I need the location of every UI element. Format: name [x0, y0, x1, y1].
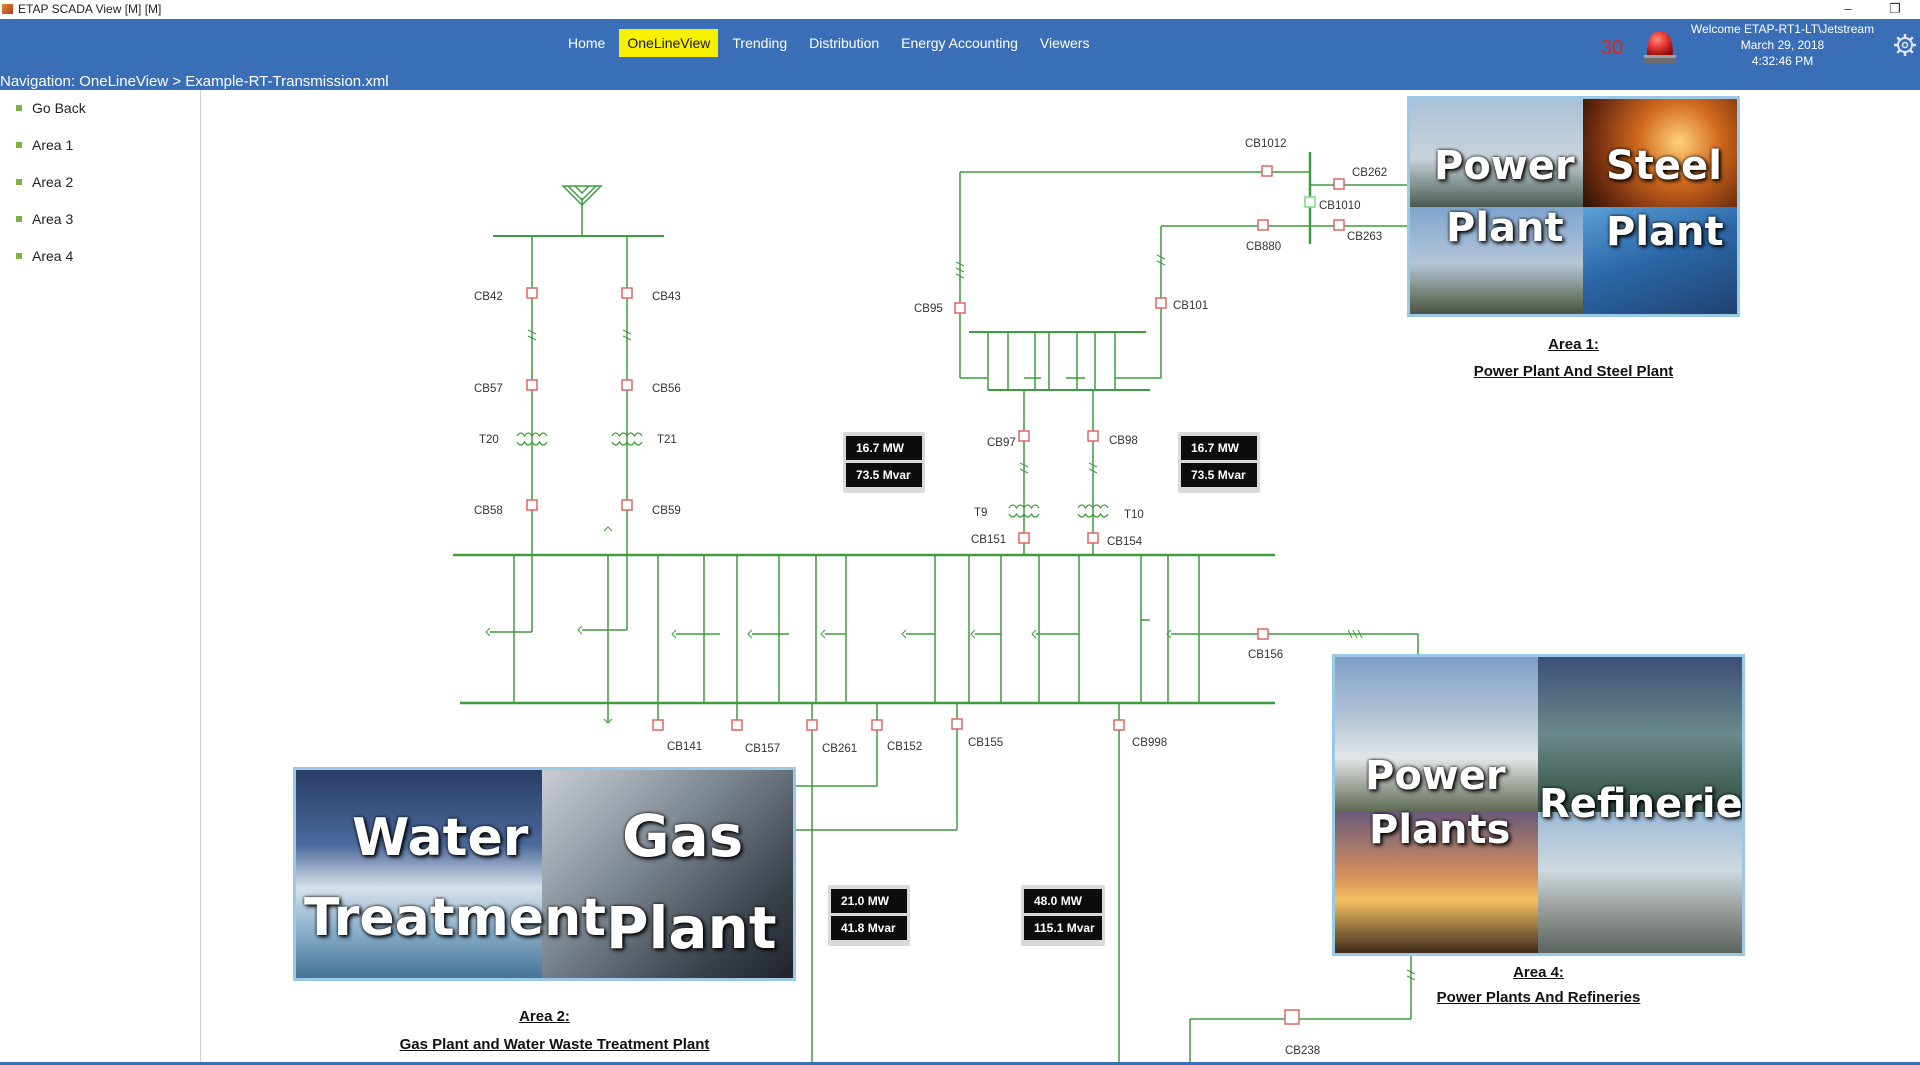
label-cb56: CB56 — [652, 383, 681, 395]
label-cb1012: CB1012 — [1245, 138, 1287, 150]
label-cb238: CB238 — [1285, 1045, 1320, 1057]
tile-word: Gas — [622, 802, 744, 870]
label-cb101: CB101 — [1173, 300, 1208, 312]
label-cb998: CB998 — [1132, 737, 1167, 749]
water-treatment-image — [296, 770, 542, 978]
meter-mw: 16.7 MW — [1181, 436, 1257, 460]
breaker-cb57[interactable] — [526, 379, 538, 391]
tile-word: Steel — [1606, 143, 1722, 189]
breaker-cb42[interactable] — [526, 287, 538, 299]
tile-word: Plant — [1606, 209, 1724, 255]
tile-word: Power — [1365, 753, 1506, 799]
area-4-tile[interactable]: Power Plants Refineries — [1332, 654, 1745, 956]
meter-mw: 16.7 MW — [846, 436, 922, 460]
label-cb261: CB261 — [822, 743, 857, 755]
breaker-cb262[interactable] — [1333, 178, 1345, 190]
breaker-cb56[interactable] — [621, 379, 633, 391]
meter-mvar: 41.8 Mvar — [831, 916, 907, 940]
tile-word: Refineries — [1539, 781, 1745, 827]
power-meter-4[interactable]: 48.0 MW 115.1 Mvar — [1021, 885, 1105, 946]
area-1-tile[interactable]: Power Steel Plant Plant — [1407, 96, 1740, 317]
label-cb154: CB154 — [1107, 536, 1143, 548]
breaker-cb98[interactable] — [1087, 430, 1099, 442]
area-2-subtitle: Gas Plant and Water Waste Treatment Plan… — [399, 1036, 710, 1053]
label-cb141: CB141 — [667, 741, 702, 753]
refinery-day-image — [1538, 812, 1742, 953]
breaker-cb59[interactable] — [621, 499, 633, 511]
label-cb43: CB43 — [652, 291, 681, 303]
tile-word: Plants — [1369, 807, 1511, 853]
label-cb156: CB156 — [1248, 649, 1283, 661]
breaker-cb95[interactable] — [954, 302, 966, 314]
label-cb58: CB58 — [474, 505, 503, 517]
breaker-cb97[interactable] — [1018, 430, 1030, 442]
area-1-title: Area 1: — [1548, 336, 1599, 353]
tile-word: Power — [1434, 143, 1575, 189]
label-cb151: CB151 — [971, 534, 1006, 546]
meter-mvar: 115.1 Mvar — [1024, 916, 1102, 940]
label-cb157: CB157 — [745, 743, 780, 755]
area-2-tile[interactable]: Water Treatment Gas Plant — [293, 767, 796, 981]
tile-word: Treatment — [304, 888, 606, 948]
power-meter-1[interactable]: 16.7 MW 73.5 Mvar — [843, 432, 925, 493]
breaker-cb1012[interactable] — [1261, 165, 1273, 177]
breaker-cb261[interactable] — [806, 719, 818, 731]
breaker-cb154[interactable] — [1087, 532, 1099, 544]
breaker-cb880[interactable] — [1257, 219, 1269, 231]
label-cb263: CB263 — [1347, 231, 1382, 243]
breaker-cb155[interactable] — [951, 718, 963, 730]
label-cb155: CB155 — [968, 737, 1003, 749]
area-1-subtitle: Power Plant And Steel Plant — [1473, 363, 1674, 380]
breaker-cb141[interactable] — [652, 719, 664, 731]
area-2-title: Area 2: — [519, 1008, 570, 1025]
breaker-cb152[interactable] — [871, 719, 883, 731]
breaker-cb101[interactable] — [1155, 297, 1167, 309]
meter-mvar: 73.5 Mvar — [1181, 463, 1257, 487]
power-meter-2[interactable]: 16.7 MW 73.5 Mvar — [1178, 432, 1260, 493]
breaker-cb43[interactable] — [621, 287, 633, 299]
label-cb95: CB95 — [914, 303, 943, 315]
breaker-cb151[interactable] — [1018, 532, 1030, 544]
meter-mw: 21.0 MW — [831, 889, 907, 913]
label-cb57: CB57 — [474, 383, 503, 395]
meter-mw: 48.0 MW — [1024, 889, 1102, 913]
label-cb152: CB152 — [887, 741, 922, 753]
label-t10: T10 — [1124, 509, 1144, 521]
label-cb42: CB42 — [474, 291, 503, 303]
breaker-cb58[interactable] — [526, 499, 538, 511]
label-t20: T20 — [479, 434, 499, 446]
transformer-symbols — [516, 432, 1109, 518]
label-cb97: CB97 — [987, 437, 1016, 449]
label-cb1010: CB1010 — [1319, 200, 1361, 212]
breaker-cb238[interactable] — [1284, 1009, 1300, 1025]
label-t9: T9 — [974, 507, 987, 519]
tile-word: Plant — [1446, 205, 1564, 251]
breaker-cb1010[interactable] — [1304, 196, 1316, 208]
tile-word: Plant — [606, 894, 777, 962]
area-4-subtitle: Power Plants And Refineries — [1436, 989, 1641, 1006]
power-meter-3[interactable]: 21.0 MW 41.8 Mvar — [828, 885, 910, 946]
area-4-title: Area 4: — [1513, 964, 1564, 981]
label-cb59: CB59 — [652, 505, 681, 517]
breaker-cb998[interactable] — [1113, 719, 1125, 731]
breaker-cb157[interactable] — [731, 719, 743, 731]
label-cb880: CB880 — [1246, 241, 1281, 253]
meter-mvar: 73.5 Mvar — [846, 463, 922, 487]
label-t21: T21 — [657, 434, 677, 446]
label-cb262: CB262 — [1352, 167, 1387, 179]
label-cb98: CB98 — [1109, 435, 1138, 447]
tile-word: Water — [352, 808, 529, 868]
breaker-cb263[interactable] — [1333, 219, 1345, 231]
breaker-cb156[interactable] — [1257, 628, 1269, 640]
